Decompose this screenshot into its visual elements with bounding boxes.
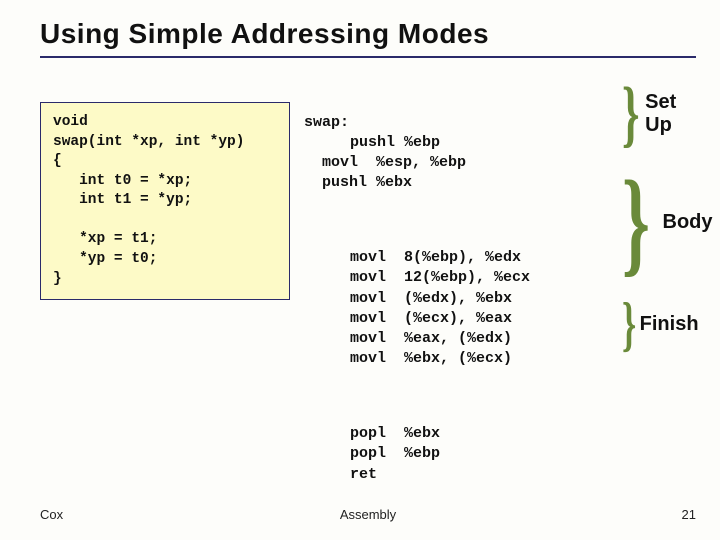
footer: Cox Assembly 21	[40, 507, 696, 522]
label-setup-row: } Set Up	[622, 72, 696, 156]
title-rule	[40, 56, 696, 58]
section-labels: } Set Up } Body } Finish	[622, 72, 696, 360]
footer-page-number: 21	[682, 507, 696, 522]
footer-title: Assembly	[340, 507, 396, 522]
assembly-column: swap: pushl %ebp movl %esp, %ebp pushl %…	[304, 72, 608, 539]
slide: Using Simple Addressing Modes void swap(…	[0, 0, 720, 540]
c-code-box: void swap(int *xp, int *yp) { int t0 = *…	[40, 102, 290, 300]
label-finish: Finish	[640, 313, 699, 336]
label-setup: Set Up	[645, 91, 696, 137]
content-row: void swap(int *xp, int *yp) { int t0 = *…	[40, 72, 696, 539]
brace-icon: }	[622, 169, 650, 275]
label-body: Body	[663, 211, 713, 234]
page-title: Using Simple Addressing Modes	[40, 18, 696, 50]
label-finish-row: } Finish	[622, 288, 696, 360]
asm-setup: pushl %ebp movl %esp, %ebp pushl %ebx	[304, 134, 466, 192]
brace-icon: }	[622, 81, 640, 148]
asm-finish: popl %ebx popl %ebp ret	[304, 424, 608, 485]
asm-body: movl 8(%ebp), %edx movl 12(%ebp), %ecx m…	[304, 248, 608, 370]
brace-icon: }	[622, 297, 636, 351]
asm-func-label: swap:	[304, 114, 349, 131]
label-body-row: } Body	[622, 156, 696, 288]
asm-setup-block: swap: pushl %ebp movl %esp, %ebp pushl %…	[304, 113, 608, 194]
footer-author: Cox	[40, 507, 63, 522]
